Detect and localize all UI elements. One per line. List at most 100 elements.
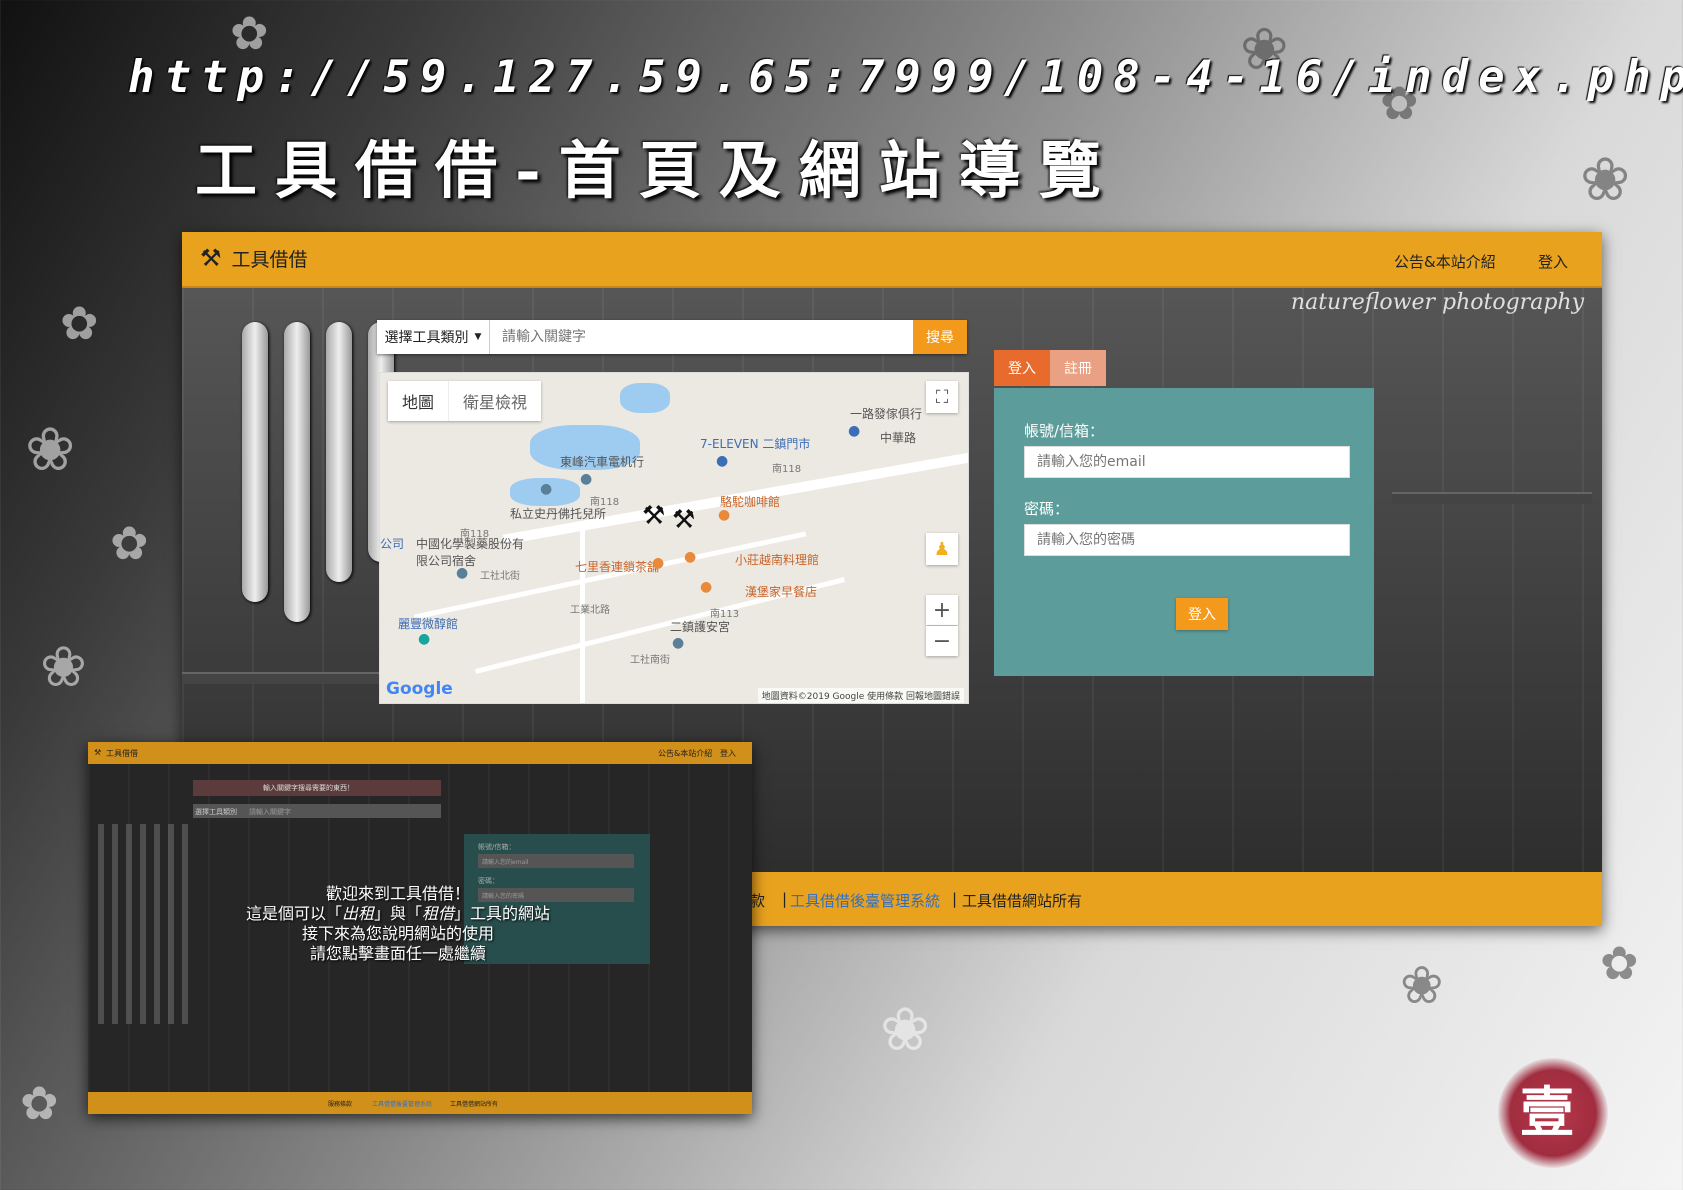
restaurant-pin-icon[interactable]: ● (652, 555, 664, 571)
restaurant-pin-icon[interactable]: ● (700, 579, 712, 595)
tab-login[interactable]: 登入 (994, 350, 1050, 386)
map-place-label: 二鎮護安宮 (670, 620, 731, 634)
mini-searchbar: 選擇工具類別 請輸入關鍵字 (193, 804, 441, 818)
map-place-label: 一路發傢俱行 (850, 407, 923, 421)
mini-brand-icon: ⚒ (94, 748, 102, 757)
mini-footer-link: 工具借借後臺管理系統 (372, 1101, 433, 1108)
footer-divider: | (782, 890, 788, 908)
map-type-toggle: 地圖 衛星檢視 (388, 381, 542, 421)
satellite-view-button[interactable]: 衛星檢視 (448, 381, 541, 421)
welcome-text: 」工具的網站 (454, 904, 551, 923)
flower-decoration: ❀ (880, 995, 931, 1065)
map[interactable]: 地圖 衛星檢視 ⛶ ♟ + − 一路發傢俱行 中華路 7-ELEVEN 二鎮門市… (379, 372, 969, 704)
hammer-wrench-icon: ⚒ (200, 244, 222, 272)
wrench-image (326, 322, 352, 582)
page-title: 工具借借-首頁及網站導覽 (195, 134, 1119, 207)
mini-search-label: 選擇工具類別 (195, 808, 237, 816)
welcome-emphasis: 出租 (341, 904, 374, 923)
map-street-label: 工社南街 (630, 655, 670, 666)
pegman-icon[interactable]: ♟ (926, 533, 958, 565)
zoom-out-button[interactable]: − (926, 626, 958, 656)
map-pin-icon[interactable]: ● (580, 471, 592, 487)
mini-nav-link: 登入 (720, 749, 736, 758)
page-number-stamp: 壹 (1520, 1080, 1574, 1144)
search-bar: 選擇工具類別 ▼ 搜尋 (377, 320, 967, 354)
category-select[interactable]: 選擇工具類別 ▼ (377, 320, 490, 354)
map-pin-icon[interactable]: ● (848, 423, 860, 439)
mini-footer-link: 工具借借網站所有 (450, 1101, 499, 1108)
welcome-line: 這是個可以「出租」與「租借」工具的網站 (238, 904, 558, 924)
footer-terms-link[interactable]: 款 (750, 890, 765, 911)
mini-footer-link: 服務條款 (328, 1101, 353, 1108)
welcome-text: 」與「 (373, 904, 422, 923)
wall-shelf (1392, 492, 1592, 504)
tool-marker-icon[interactable]: ⚒ (642, 501, 665, 531)
map-road-number: 南118 (772, 464, 802, 475)
map-pin-icon[interactable]: ● (418, 631, 430, 647)
map-pin-icon[interactable]: ● (540, 481, 552, 497)
flower-decoration: ✿ (230, 6, 269, 60)
category-select-label: 選擇工具類別 (384, 330, 469, 346)
nav-announcement-link[interactable]: 公告&本站介紹 (1394, 251, 1496, 272)
mini-email-field: 請輸入您的email (478, 854, 634, 868)
map-place-label: 東峰汽車電机行 (560, 455, 645, 469)
map-place-label: 漢堡家早餐店 (745, 585, 818, 599)
welcome-overlay-text[interactable]: 歡迎來到工具借借！ 這是個可以「出租」與「租借」工具的網站 接下來為您說明網站的… (238, 884, 558, 964)
email-field[interactable] (1024, 446, 1350, 478)
mini-brand: 工具借借 (106, 749, 138, 758)
search-input[interactable] (490, 320, 913, 354)
brand[interactable]: ⚒ 工具借借 (200, 244, 308, 272)
map-pin-icon[interactable]: ● (672, 635, 684, 651)
nav-login-link[interactable]: 登入 (1538, 251, 1568, 272)
mini-navbar: ⚒ 工具借借 公告&本站介紹 登入 (88, 742, 752, 764)
welcome-line: 接下來為您說明網站的使用 (301, 924, 494, 943)
welcome-line: 歡迎來到工具借借！ (325, 884, 470, 903)
map-pin-icon[interactable]: ● (716, 453, 728, 469)
password-field[interactable] (1024, 524, 1350, 556)
mini-alert: 輸入關鍵字搜尋需要的東西！ (193, 780, 441, 796)
tool-marker-icon[interactable]: ⚒ (672, 505, 695, 535)
flower-decoration: ❀ (40, 635, 87, 700)
zoom-in-button[interactable]: + (926, 595, 958, 625)
welcome-line: 請您點擊畫面任一處繼續 (309, 944, 486, 963)
map-street-label: 工業北路 (570, 605, 610, 616)
login-button[interactable]: 登入 (1176, 598, 1228, 630)
footer-divider: | (952, 890, 958, 908)
flower-decoration: ✿ (1600, 936, 1639, 990)
map-place-label: 公司 (380, 537, 405, 551)
caret-down-icon: ▼ (474, 332, 482, 342)
footer-copyright: 工具借借網站所有 (962, 892, 1083, 910)
restaurant-pin-icon[interactable]: ● (684, 549, 696, 565)
mini-wrench-rack (98, 824, 188, 1024)
map-road-number: 南118 (590, 497, 620, 508)
mini-nav-link: 公告&本站介紹 (658, 749, 713, 758)
restaurant-pin-icon[interactable]: ● (718, 507, 730, 523)
map-place-label: 中國化學製藥股份有限公司宿舍 (416, 537, 525, 568)
login-form: 帳號/信箱： 密碼： 登入 (994, 388, 1374, 676)
map-view-button[interactable]: 地圖 (388, 381, 448, 421)
fullscreen-icon[interactable]: ⛶ (926, 381, 958, 413)
wall-shelf (182, 672, 382, 684)
flower-decoration: ✿ (110, 516, 149, 570)
mini-account-label: 帳號/信箱： (478, 843, 516, 851)
footer-admin-link[interactable]: 工具借借後臺管理系統 (790, 890, 940, 911)
mini-email-placeholder: 請輸入您的email (482, 859, 529, 866)
flower-decoration: ❀ (1400, 956, 1444, 1016)
brand-label: 工具借借 (231, 248, 308, 271)
map-road-number: 南113 (710, 609, 740, 620)
map-water (620, 383, 670, 413)
navbar: ⚒ 工具借借 公告&本站介紹 登入 (182, 232, 1602, 288)
flower-decoration: ✿ (20, 1076, 59, 1130)
tab-register[interactable]: 註冊 (1050, 350, 1106, 386)
map-place-label: 七里香連鎖茶舖 (575, 560, 660, 574)
map-attribution[interactable]: 地圖資料©2019 Google 使用條款 回報地圖錯誤 (757, 688, 964, 703)
search-button[interactable]: 搜尋 (913, 320, 967, 354)
account-label: 帳號/信箱： (1024, 422, 1105, 440)
welcome-text: 這是個可以「 (245, 904, 342, 923)
map-place-label: 小莊越南料理館 (735, 553, 820, 567)
map-pin-icon[interactable]: ● (456, 565, 468, 581)
map-place-label: 7-ELEVEN 二鎮門市 (700, 437, 811, 451)
wrench-image (284, 322, 310, 622)
flower-decoration: ❀ (1580, 145, 1631, 215)
map-road-number: 南118 (460, 529, 490, 540)
